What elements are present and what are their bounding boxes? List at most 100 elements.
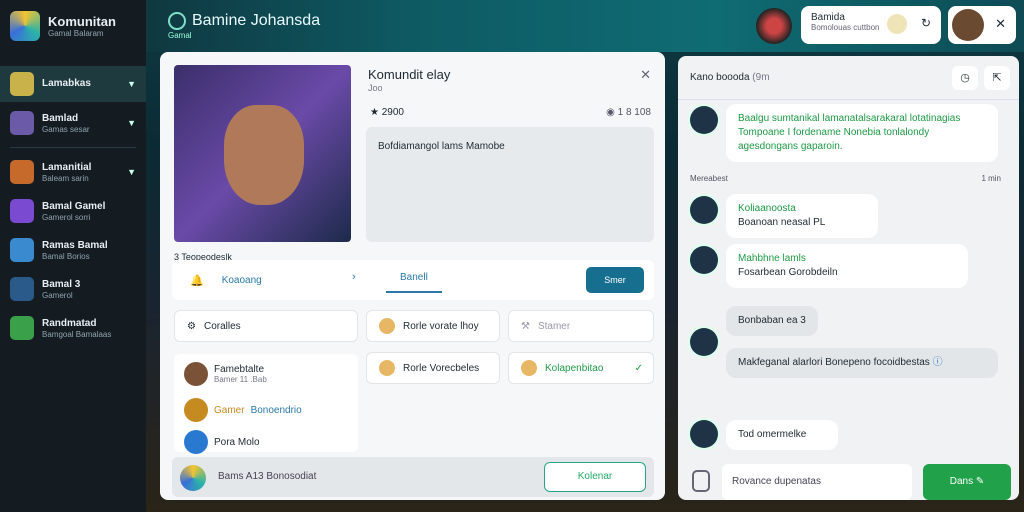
person-sub: Bonoendrio xyxy=(250,404,302,416)
coin-right-value: 1 8 108 xyxy=(617,107,651,118)
divider xyxy=(10,147,136,148)
footer-bar: Bams A13 Bonosodiat Kolenar xyxy=(172,457,654,497)
chevron-down-icon[interactable]: ▼ xyxy=(127,118,136,128)
sidebar-item-3[interactable]: Lamanitial Baleam sarin ▼ xyxy=(0,154,146,190)
avatar xyxy=(184,398,208,422)
avatar xyxy=(690,328,718,356)
chat-panel: Kano boooda (9m ◷ ⇱ Baalgu sumtanikal la… xyxy=(678,56,1019,500)
chat-message: Makfeganal alarlori Bonepeno focoidbesta… xyxy=(726,348,998,378)
page-title-text: Bamine Johansda xyxy=(192,12,321,29)
sidebar-item-icon xyxy=(10,277,34,301)
option-icon: ⚒ xyxy=(521,320,530,332)
person-name: Gamer xyxy=(214,404,245,416)
footer-button[interactable]: Kolenar xyxy=(544,462,646,492)
message-sender: Mahbhne lamls xyxy=(738,253,806,264)
brand-title: Komunitan xyxy=(48,14,116,29)
coin-count-right: ◉ 1 8 108 xyxy=(606,107,651,118)
message-text: Bonbaban ea 3 xyxy=(738,315,806,326)
send-button[interactable]: Dans ✎ xyxy=(923,464,1011,500)
chat-message: Mahbhne lamls Fosarbean Gorobdeiln xyxy=(726,244,968,288)
option-5[interactable]: Kolapenbitao ✓ xyxy=(508,352,654,384)
chevron-down-icon[interactable]: ▼ xyxy=(127,79,136,89)
sidebar-item-sub: Bamal Borios xyxy=(42,251,90,261)
description-box: Bofdiamangol lams Mamobe xyxy=(366,127,654,242)
tab-1[interactable]: Koaoang xyxy=(222,275,262,286)
refresh-icon[interactable]: ↻ xyxy=(921,16,931,30)
brand[interactable]: Komunitan Gamal Balaram xyxy=(0,0,146,52)
avatar[interactable] xyxy=(952,9,984,41)
send-label: Dans xyxy=(949,476,974,487)
coin-icon xyxy=(887,14,907,34)
sidebar-item-7[interactable]: Randmatad Bamgoal Bamalaas xyxy=(0,310,146,346)
badge-icon[interactable] xyxy=(756,8,792,44)
option-4[interactable]: Rorle Vorecbeles xyxy=(366,352,500,384)
option-2[interactable]: Rorle vorate lhoy xyxy=(366,310,500,342)
message-text: Tod omermelke xyxy=(738,429,807,440)
message-input[interactable]: Rovance dupenatas xyxy=(722,464,912,500)
sidebar-item-4[interactable]: Bamal Gamel Gamerol sorri xyxy=(0,193,146,229)
option-1[interactable]: ⚙ Coralles xyxy=(174,310,358,342)
app-logo xyxy=(180,465,206,491)
chevron-down-icon[interactable]: ▼ xyxy=(127,167,136,177)
tab-row: 🔔 Koaoang › Banell Smer xyxy=(172,260,654,300)
brand-subtitle: Gamal Balaram xyxy=(48,29,104,38)
avatar xyxy=(690,106,718,134)
sidebar-item-6[interactable]: Bamal 3 Gamerol xyxy=(0,271,146,307)
list-item[interactable]: Gamer Bonoendrio xyxy=(184,398,302,422)
person-name: Famebtalte xyxy=(214,364,265,375)
chat-time: (9m xyxy=(752,72,770,83)
option-3[interactable]: ⚒ Stamer xyxy=(508,310,654,342)
sidebar-item-label: Randmatad xyxy=(42,317,97,329)
sidebar-item-2[interactable]: Bamlad Gamas sesar ▼ xyxy=(0,105,146,141)
sidebar-item-label: Bamal 3 xyxy=(42,278,81,290)
bell-icon[interactable]: 🔔 xyxy=(190,274,204,287)
sidebar-item-5[interactable]: Ramas Bamal Bamal Borios xyxy=(0,232,146,268)
list-item[interactable]: Famebtalte Bamer 11 .Bab xyxy=(184,362,267,386)
option-label: Stamer xyxy=(537,320,571,332)
close-icon[interactable]: ✕ xyxy=(995,16,1006,32)
coin-icon xyxy=(521,360,537,376)
person-name: Pora Molo xyxy=(214,436,260,448)
sidebar-item-sub: Gamas sesar xyxy=(42,124,90,134)
chat-composer: Rovance dupenatas Dans ✎ xyxy=(678,462,1019,500)
sidebar-item-icon xyxy=(10,238,34,262)
sidebar-item-1[interactable]: Lamabkas ▼ xyxy=(0,66,146,102)
people-list: Famebtalte Bamer 11 .Bab Gamer Bonoendrio … xyxy=(174,354,358,454)
chat-label: Mereabest xyxy=(690,174,728,183)
option-label: Kolapenbitao xyxy=(545,362,604,374)
attach-icon[interactable] xyxy=(692,470,710,492)
sidebar-item-icon xyxy=(10,199,34,223)
chat-label-time: 1 min xyxy=(981,174,1001,183)
chat-message: Tod omermelke xyxy=(726,420,838,450)
page-subtitle: Gamal xyxy=(168,31,192,40)
sidebar-item-label: Bamlad xyxy=(42,112,79,124)
notification-card[interactable]: Bamida Bomolouas cuttbon ↻ xyxy=(801,6,941,44)
coin-icon xyxy=(379,360,395,376)
coin-left-value: 2900 xyxy=(381,107,404,118)
tab-2[interactable]: Banell xyxy=(386,272,442,293)
app-logo xyxy=(10,11,40,41)
close-icon[interactable]: ✕ xyxy=(640,67,651,83)
option-icon: ⚙ xyxy=(187,320,196,332)
coin-icon xyxy=(379,318,395,334)
chevron-right-icon[interactable]: › xyxy=(352,271,356,283)
clock-icon[interactable]: ◷ xyxy=(952,66,978,90)
primary-button[interactable]: Smer xyxy=(586,267,644,293)
footer-text: Bams A13 Bonosodiat xyxy=(218,471,317,482)
avatar xyxy=(690,246,718,274)
share-icon[interactable]: ⇱ xyxy=(984,66,1010,90)
list-item[interactable]: Pora Molo xyxy=(184,430,260,454)
sidebar-item-icon xyxy=(10,160,34,184)
sidebar-item-sub: Bamgoal Bamalaas xyxy=(42,329,112,339)
hero-image xyxy=(174,65,351,242)
sidebar-item-label: Lamanitial xyxy=(42,161,92,173)
chat-message: Baalgu sumtanikal lamanatalsarakaral lot… xyxy=(726,104,998,162)
option-label: Coralles xyxy=(203,320,241,332)
sidebar-item-icon xyxy=(10,111,34,135)
sidebar-item-icon xyxy=(10,316,34,340)
avatar xyxy=(690,420,718,448)
user-chip[interactable]: ✕ xyxy=(948,6,1016,44)
sidebar-item-sub: Baleam sarin xyxy=(42,173,89,183)
message-text: Boanoan neasal PL xyxy=(738,217,826,228)
avatar xyxy=(184,362,208,386)
